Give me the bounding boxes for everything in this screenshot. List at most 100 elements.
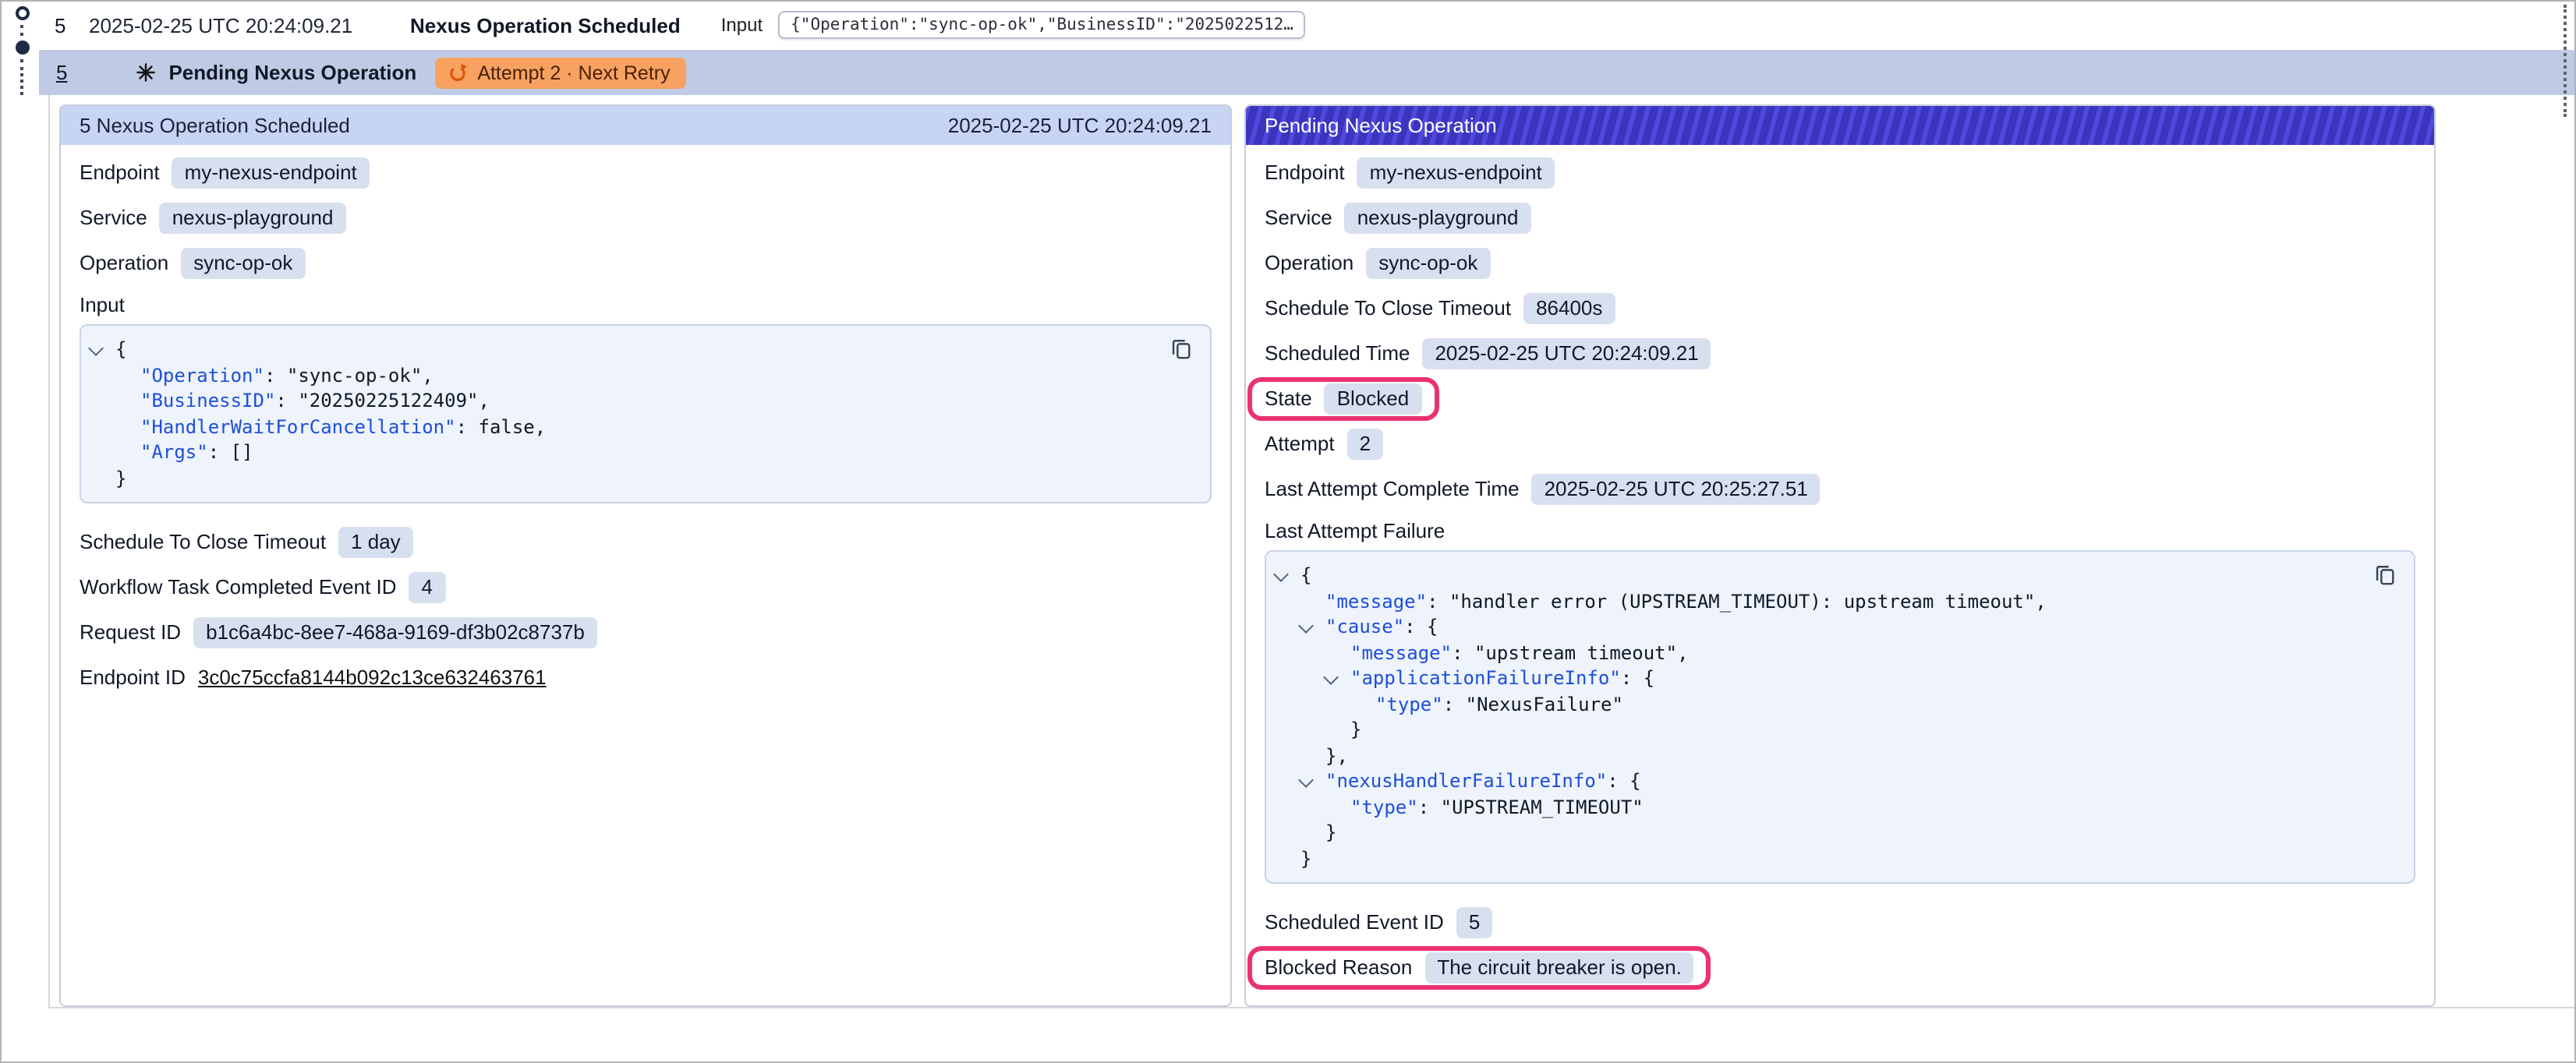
json-token: : (456, 415, 479, 437)
json-token: , (535, 415, 546, 437)
event-card-header: 5 Nexus Operation Scheduled 2025-02-25 U… (61, 106, 1230, 145)
json-string-value: "UPSTREAM_TIMEOUT" (1441, 796, 1644, 818)
annotation-highlight-state: StateBlocked (1247, 376, 1438, 420)
pending-event-name: Pending Nexus Operation (168, 61, 416, 84)
field-row-scheduled-time: Scheduled Time2025-02-25 UTC 20:24:09.21 (1265, 330, 2415, 376)
json-string-value: "sync-op-ok" (287, 364, 422, 386)
failure-section-label: Last Attempt Failure (1265, 516, 2415, 544)
json-token: : (264, 364, 287, 386)
field-value-badge-operation: sync-op-ok (181, 247, 305, 278)
json-token: , (1677, 641, 1688, 663)
field-row-service: Service nexus-playground (80, 195, 1212, 240)
collapse-chevron-icon[interactable] (1323, 669, 1339, 685)
field-label-schedule-to-close-timeout: Schedule To Close Timeout (80, 530, 326, 553)
event-fields-top: Endpoint my-nexus-endpoint Service nexus-pl… (80, 150, 1212, 285)
json-line: "type": "NexusFailure" (1266, 691, 2414, 717)
event-id: 5 (55, 13, 73, 37)
json-key: "BusinessID" (140, 390, 275, 411)
pending-fields-bottom: Scheduled Event ID 5 Blocked Reason The cir… (1265, 899, 2415, 990)
field-label-schedule-to-close-timeout: Schedule To Close Timeout (1265, 296, 1511, 320)
json-key: "cause" (1325, 616, 1404, 637)
json-token: [] (231, 441, 253, 463)
event-card-timestamp: 2025-02-25 UTC 20:24:09.21 (948, 114, 1212, 137)
json-key: "applicationFailureInfo" (1350, 667, 1621, 689)
json-token: : (1427, 590, 1449, 612)
collapse-chevron-icon[interactable] (1298, 618, 1314, 634)
field-label-workflow-task-completed-event-id: Workflow Task Completed Event ID (80, 575, 397, 599)
field-row-state: StateBlocked (1265, 376, 2415, 421)
json-token: } (1350, 719, 1361, 740)
event-card-title: 5 Nexus Operation Scheduled (80, 114, 350, 137)
pending-operation-card: Pending Nexus Operation Endpointmy-nexus… (1244, 104, 2436, 1007)
field-value-link-endpoint-id[interactable]: 3c0c75ccfa8144b092c13ce632463761 (198, 666, 547, 689)
pending-fields-top: Endpointmy-nexus-endpointServicenexus-pl… (1265, 150, 2415, 511)
input-label: Input (721, 14, 763, 36)
field-label-blocked-reason: Blocked Reason (1265, 955, 1412, 979)
json-key: "message" (1325, 590, 1427, 612)
field-row-workflow-task-completed-event-id: Workflow Task Completed Event ID 4 (80, 564, 1212, 609)
field-row-endpoint: Endpointmy-nexus-endpoint (1265, 150, 2415, 195)
field-row-operation: Operation sync-op-ok (80, 240, 1212, 285)
field-label-operation: Operation (80, 251, 168, 274)
json-line: } (1266, 717, 2414, 743)
field-label-request-id: Request ID (80, 620, 181, 644)
annotation-highlight-blocked-reason: Blocked Reason The circuit breaker is ope… (1247, 945, 1711, 989)
field-label-endpoint: Endpoint (1265, 161, 1345, 184)
json-line: "Operation": "sync-op-ok", (81, 362, 1210, 388)
json-token: : { (1404, 616, 1438, 637)
pending-event-id-link[interactable]: 5 (56, 61, 67, 84)
event-fields-bottom: Schedule To Close Timeout 1 day Workflow T… (80, 519, 1212, 700)
collapse-chevron-icon[interactable] (88, 341, 104, 356)
event-detail-card: 5 Nexus Operation Scheduled 2025-02-25 U… (59, 104, 1232, 1007)
field-value-badge-scheduled-event-id: 5 (1456, 906, 1492, 938)
collapse-chevron-icon[interactable] (1273, 567, 1289, 582)
field-label-scheduled-event-id: Scheduled Event ID (1265, 910, 1444, 934)
field-row-endpoint: Endpoint my-nexus-endpoint (80, 150, 1212, 195)
json-line: }, (1266, 743, 2414, 768)
field-row-request-id: Request IDb1c6a4bc-8ee7-468a-9169-df3b02… (80, 609, 1212, 655)
json-key: "nexusHandlerFailureInfo" (1325, 770, 1607, 792)
json-line: "HandlerWaitForCancellation": false, (81, 414, 1210, 440)
retry-icon (448, 62, 468, 83)
field-label-endpoint: Endpoint (80, 161, 160, 184)
field-row-attempt: Attempt2 (1265, 421, 2415, 466)
attempt-retry-badge: Attempt 2 · Next Retry (435, 57, 685, 88)
field-value-badge-blocked-reason: The circuit breaker is open. (1424, 952, 1694, 983)
input-preview-chip[interactable]: {"Operation":"sync-op-ok","BusinessID":"… (778, 11, 1306, 39)
field-row-endpoint-id: Endpoint ID 3c0c75ccfa8144b092c13ce632463… (80, 655, 1212, 700)
pending-asterisk-icon (136, 62, 156, 83)
pending-card-body: Endpointmy-nexus-endpointServicenexus-pl… (1246, 145, 2434, 990)
field-value-badge-schedule-to-close-timeout: 86400s (1523, 292, 1615, 323)
field-value-badge-endpoint: my-nexus-endpoint (172, 157, 370, 188)
field-row-service: Servicenexus-playground (1265, 195, 2415, 240)
json-token: , (422, 364, 433, 386)
field-label-service: Service (80, 206, 147, 229)
collapse-chevron-icon[interactable] (1298, 772, 1314, 788)
field-value-badge-schedule-to-close-timeout: 1 day (338, 526, 413, 557)
field-label-scheduled-time: Scheduled Time (1265, 341, 1410, 365)
field-row-operation: Operationsync-op-ok (1265, 240, 2415, 285)
field-row-scheduled-event-id: Scheduled Event ID 5 (1265, 899, 2415, 945)
history-row-pending-nexus-operation[interactable]: 5 Pending Nexus Operation Attempt 2 · Ne… (39, 50, 2574, 95)
input-section-label: Input (80, 290, 1212, 318)
json-string-value: "20250225122409" (298, 390, 478, 411)
json-key: "message" (1350, 641, 1452, 663)
field-row-schedule-to-close-timeout: Schedule To Close Timeout 1 day (80, 519, 1212, 564)
json-token: { (1300, 564, 1311, 586)
field-value-badge-service: nexus-playground (160, 202, 346, 233)
pending-card-title: Pending Nexus Operation (1265, 114, 1497, 137)
field-value-badge-workflow-task-completed-event-id: 4 (409, 571, 445, 602)
json-key: "Operation" (140, 364, 264, 386)
timeline-connector (20, 59, 23, 95)
field-label-state: State (1265, 387, 1312, 410)
field-row-last-attempt-complete-time: Last Attempt Complete Time2025-02-25 UTC… (1265, 466, 2415, 511)
field-label-endpoint-id: Endpoint ID (80, 666, 186, 689)
failure-json-viewer: {"message": "handler error (UPSTREAM_TIM… (1265, 550, 2415, 884)
history-row-nexus-operation-scheduled[interactable]: 5 2025-02-25 UTC 20:24:09.21 Nexus Opera… (2, 2, 2574, 48)
json-token: : (1452, 641, 1474, 663)
json-line: } (1266, 846, 2414, 871)
json-token: } (115, 467, 126, 489)
json-token: { (115, 338, 126, 360)
pending-card-header: Pending Nexus Operation (1246, 106, 2434, 145)
event-card-body: Endpoint my-nexus-endpoint Service nexus-pl… (61, 145, 1230, 700)
